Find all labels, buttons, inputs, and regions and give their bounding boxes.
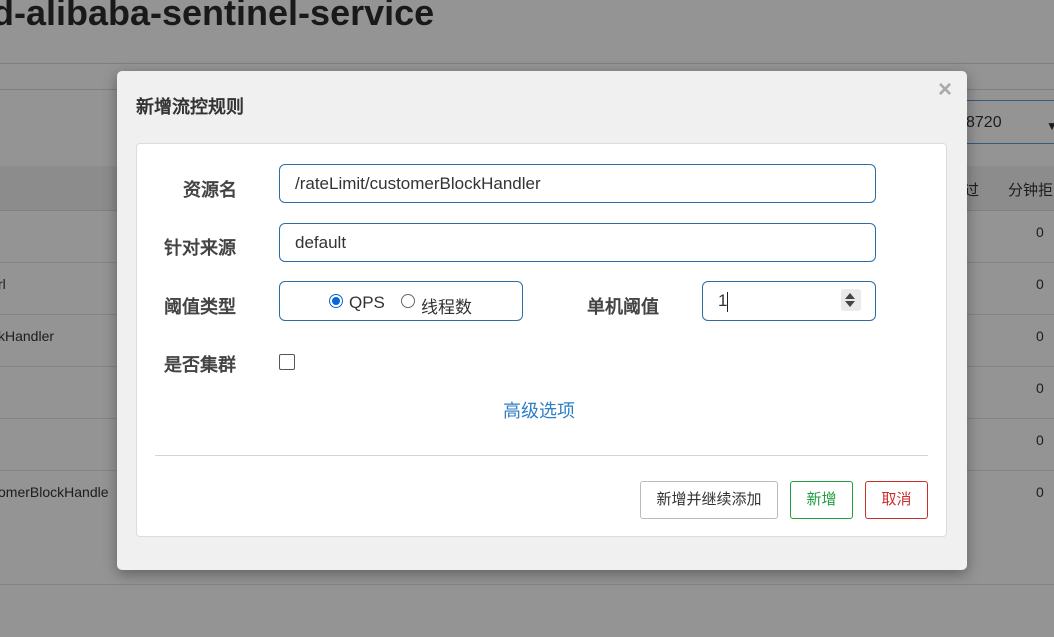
dialog-title: 新增流控规则 (136, 97, 244, 117)
cancel-button[interactable]: 取消 (865, 481, 928, 519)
form-panel: 资源名 针对来源 阈值类型 QPS 线程数 单机阈值 1 是否集群 高级选 (136, 143, 947, 537)
threshold-number-input[interactable]: 1 (702, 281, 876, 321)
resource-input[interactable] (279, 164, 876, 203)
stepper-down-icon[interactable] (845, 301, 855, 307)
divider (155, 455, 928, 456)
threshold-type-label: 阈值类型 (164, 297, 236, 317)
threshold-type-group: QPS 线程数 (279, 281, 523, 321)
cluster-label: 是否集群 (164, 355, 236, 375)
add-button[interactable]: 新增 (790, 481, 853, 519)
stepper-up-icon[interactable] (845, 293, 855, 299)
text-cursor (727, 292, 728, 312)
qps-radio-label[interactable]: QPS (349, 293, 385, 313)
add-flow-rule-dialog: 新增流控规则 × 资源名 针对来源 阈值类型 QPS 线程数 单机阈值 1 (117, 71, 967, 570)
qps-radio[interactable] (329, 294, 343, 308)
cluster-checkbox[interactable] (279, 354, 295, 370)
threshold-label: 单机阈值 (587, 297, 659, 317)
thread-count-radio[interactable] (401, 294, 415, 308)
advanced-options-link[interactable]: 高级选项 (503, 397, 575, 423)
close-icon[interactable]: × (935, 78, 955, 102)
add-and-continue-button[interactable]: 新增并继续添加 (640, 481, 778, 519)
origin-input[interactable] (279, 223, 876, 262)
thread-count-radio-label[interactable]: 线程数 (421, 293, 472, 318)
number-stepper[interactable] (845, 290, 857, 310)
origin-label: 针对来源 (164, 238, 236, 258)
resource-label: 资源名 (183, 180, 237, 200)
